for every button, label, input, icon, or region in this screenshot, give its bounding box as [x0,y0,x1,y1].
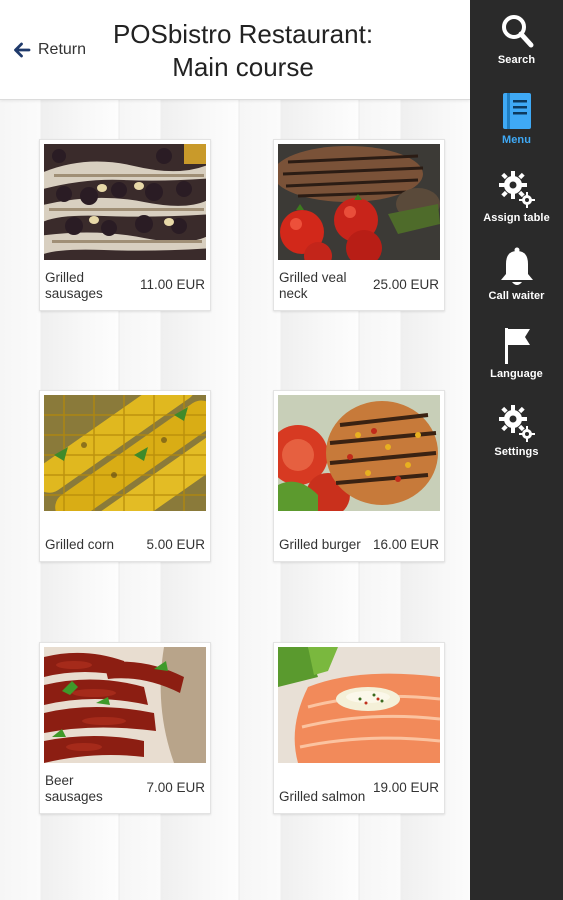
sidebar-item-assign-table[interactable]: Assign table [470,158,563,232]
bell-icon [500,247,533,285]
sidebar-item-menu[interactable]: Menu [470,80,563,154]
sidebar-item-label: Call waiter [488,290,545,302]
product-card-beer-sausages[interactable]: Beer sausages 7.00 EUR [39,642,211,814]
product-photo [44,395,206,511]
main-content: Return POSbistro Restaurant: Main course [0,0,470,900]
gears-icon [498,405,535,442]
product-name: Beer sausages [45,773,103,804]
product-name: Grilled sausages [45,270,103,301]
flag-icon [504,328,530,364]
product-card-grilled-veal-neck[interactable]: Grilled veal neck 25.00 EUR [273,139,445,311]
product-photo [278,647,440,763]
page-title-line1: POSbistro Restaurant: [112,19,374,49]
product-photo [278,144,440,260]
sidebar-item-call-waiter[interactable]: Call waiter [470,236,563,310]
product-price: 7.00 EUR [146,780,205,795]
menu-book-icon [502,93,531,129]
sidebar-item-language[interactable]: Language [470,314,563,388]
header-bar: Return POSbistro Restaurant: Main course [0,0,470,100]
product-card-grilled-burger[interactable]: Grilled burger 16.00 EUR [273,390,445,562]
product-photo [278,395,440,511]
product-price: 5.00 EUR [146,537,205,552]
product-price: 11.00 EUR [139,277,205,292]
product-photo [44,647,206,763]
product-name: Grilled salmon [279,789,366,804]
sidebar-item-label: Search [497,54,536,66]
product-price: 19.00 EUR [372,780,439,795]
search-icon [501,15,533,48]
sidebar: Search Menu Assign table Call waiter Lan… [470,0,563,900]
sidebar-item-label: Assign table [483,212,550,224]
product-price: 25.00 EUR [372,277,439,292]
sidebar-item-label: Settings [494,446,539,458]
return-label: Return [38,41,87,58]
product-card-grilled-salmon[interactable]: Grilled salmon 19.00 EUR [273,642,445,814]
sidebar-item-search[interactable]: Search [470,0,563,74]
sidebar-item-label: Menu [501,134,532,146]
product-card-grilled-corn[interactable]: Grilled corn 5.00 EUR [39,390,211,562]
page-title-line2: Main course [172,52,314,82]
product-photo [44,144,206,260]
page-title: POSbistro Restaurant: Main course [98,18,388,84]
sidebar-item-settings[interactable]: Settings [470,392,563,466]
product-price: 16.00 EUR [372,537,439,552]
gears-icon [498,171,535,208]
product-card-grilled-sausages[interactable]: Grilled sausages 11.00 EUR [39,139,211,311]
product-name: Grilled corn [45,537,115,552]
return-button[interactable]: Return [12,36,86,64]
sidebar-item-label: Language [490,368,543,380]
product-name: Grilled veal neck [279,270,347,301]
arrow-left-icon [14,42,31,58]
